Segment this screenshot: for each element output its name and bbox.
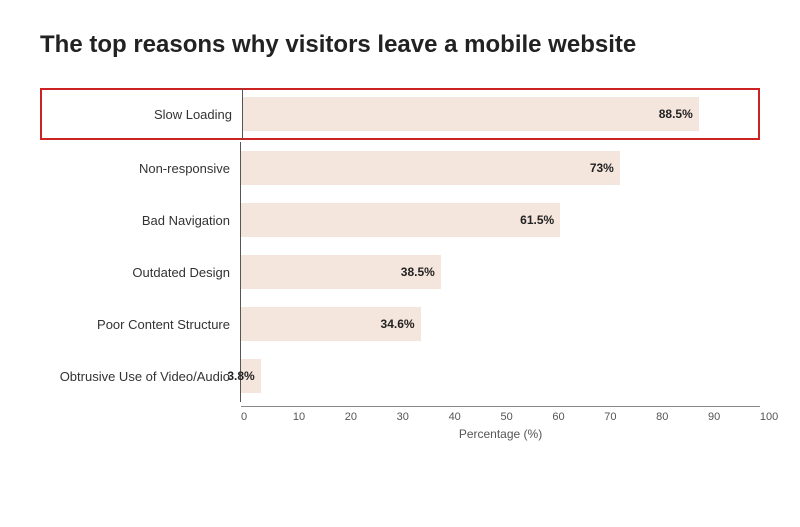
bar-area-1: 73% — [241, 142, 760, 194]
bar-area-4: 34.6% — [241, 298, 760, 350]
bar-row: Bad Navigation 61.5% — [40, 194, 760, 246]
bar-label-0: Slow Loading — [42, 107, 242, 122]
bar-label-2: Bad Navigation — [40, 213, 240, 228]
bar-value-1: 73% — [590, 161, 614, 175]
bar-fill-1: 73% — [241, 151, 620, 185]
bar-row: Poor Content Structure 34.6% — [40, 298, 760, 350]
bar-fill-5: 3.8% — [241, 359, 261, 393]
bar-value-3: 38.5% — [401, 265, 435, 279]
bar-label-5: Obtrusive Use of Video/Audio — [40, 369, 240, 384]
chart-title: The top reasons why visitors leave a mob… — [40, 30, 640, 60]
bar-label-1: Non-responsive — [40, 161, 240, 176]
chart-body: Slow Loading 88.5% Non-responsive 73% Bad Na… — [40, 88, 760, 402]
x-axis: 0102030405060708090100 Percentage (%) — [241, 406, 760, 434]
bar-area-5: 3.8% — [241, 350, 760, 402]
bar-area-0: 88.5% — [243, 90, 758, 138]
bar-value-0: 88.5% — [659, 107, 693, 121]
bar-fill-3: 38.5% — [241, 255, 441, 289]
x-axis-title: Percentage (%) — [241, 427, 760, 441]
bar-label-3: Outdated Design — [40, 265, 240, 280]
bar-label-4: Poor Content Structure — [40, 317, 240, 332]
bar-fill-4: 34.6% — [241, 307, 421, 341]
bar-row: Non-responsive 73% — [40, 142, 760, 194]
chart-container: Slow Loading 88.5% Non-responsive 73% Bad Na… — [40, 88, 760, 434]
bar-fill-0: 88.5% — [243, 97, 699, 131]
bar-fill-2: 61.5% — [241, 203, 560, 237]
x-axis-row: 0102030405060708090100 Percentage (%) — [40, 406, 760, 434]
bar-row: Outdated Design 38.5% — [40, 246, 760, 298]
bar-value-2: 61.5% — [520, 213, 554, 227]
bar-row: Slow Loading 88.5% — [40, 88, 760, 140]
bar-value-5: 3.8% — [227, 369, 254, 383]
x-tick-labels: 0102030405060708090100 — [241, 411, 760, 423]
bar-row: Obtrusive Use of Video/Audio3.8% — [40, 350, 760, 402]
bar-area-3: 38.5% — [241, 246, 760, 298]
bar-value-4: 34.6% — [381, 317, 415, 331]
bar-area-2: 61.5% — [241, 194, 760, 246]
